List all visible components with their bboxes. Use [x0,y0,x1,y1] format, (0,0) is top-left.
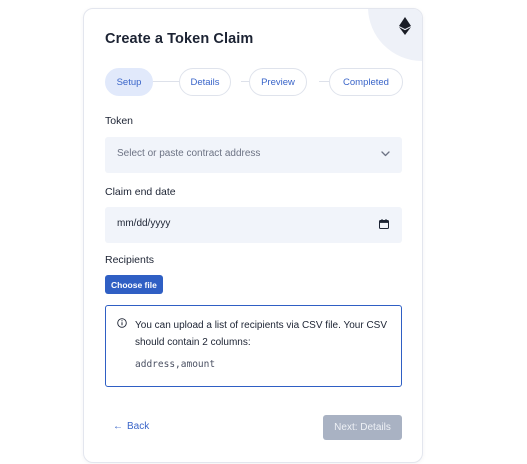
ethereum-icon [399,17,411,35]
calendar-icon[interactable] [379,219,389,229]
step-setup[interactable]: Setup [105,68,153,96]
claim-end-date-input[interactable]: mm/dd/yyyy [105,207,402,243]
next-details-button[interactable]: Next: Details [323,415,402,440]
choose-file-button[interactable]: Choose file [105,275,163,294]
step-details[interactable]: Details [179,68,231,96]
info-icon [117,318,127,328]
csv-columns-example: address,amount [135,359,216,370]
arrow-left-icon: ← [113,421,123,432]
recipients-label: Recipients [105,254,155,266]
token-select-placeholder: Select or paste contract address [117,148,261,159]
step-label: Preview [261,76,295,88]
network-badge [368,9,422,61]
back-button-label: Back [127,421,150,432]
step-label: Setup [116,76,142,88]
claim-end-date-label: Claim end date [105,186,176,198]
chevron-down-icon [381,151,390,157]
csv-info-box: You can upload a list of recipients via … [105,305,402,387]
token-label: Token [105,115,134,127]
step-completed[interactable]: Completed [329,68,403,96]
step-label: Details [190,76,220,88]
date-input-value: mm/dd/yyyy [117,218,171,229]
csv-info-text: You can upload a list of recipients via … [135,320,388,348]
step-label: Completed [343,76,389,88]
token-claim-card: Create a Token Claim Setup Details Previ… [83,8,423,463]
stepper: Setup Details Preview Completed [105,68,403,96]
back-button[interactable]: ← Back [113,421,149,432]
token-select[interactable]: Select or paste contract address [105,137,402,173]
step-preview[interactable]: Preview [249,68,307,96]
page-title: Create a Token Claim [105,31,254,47]
